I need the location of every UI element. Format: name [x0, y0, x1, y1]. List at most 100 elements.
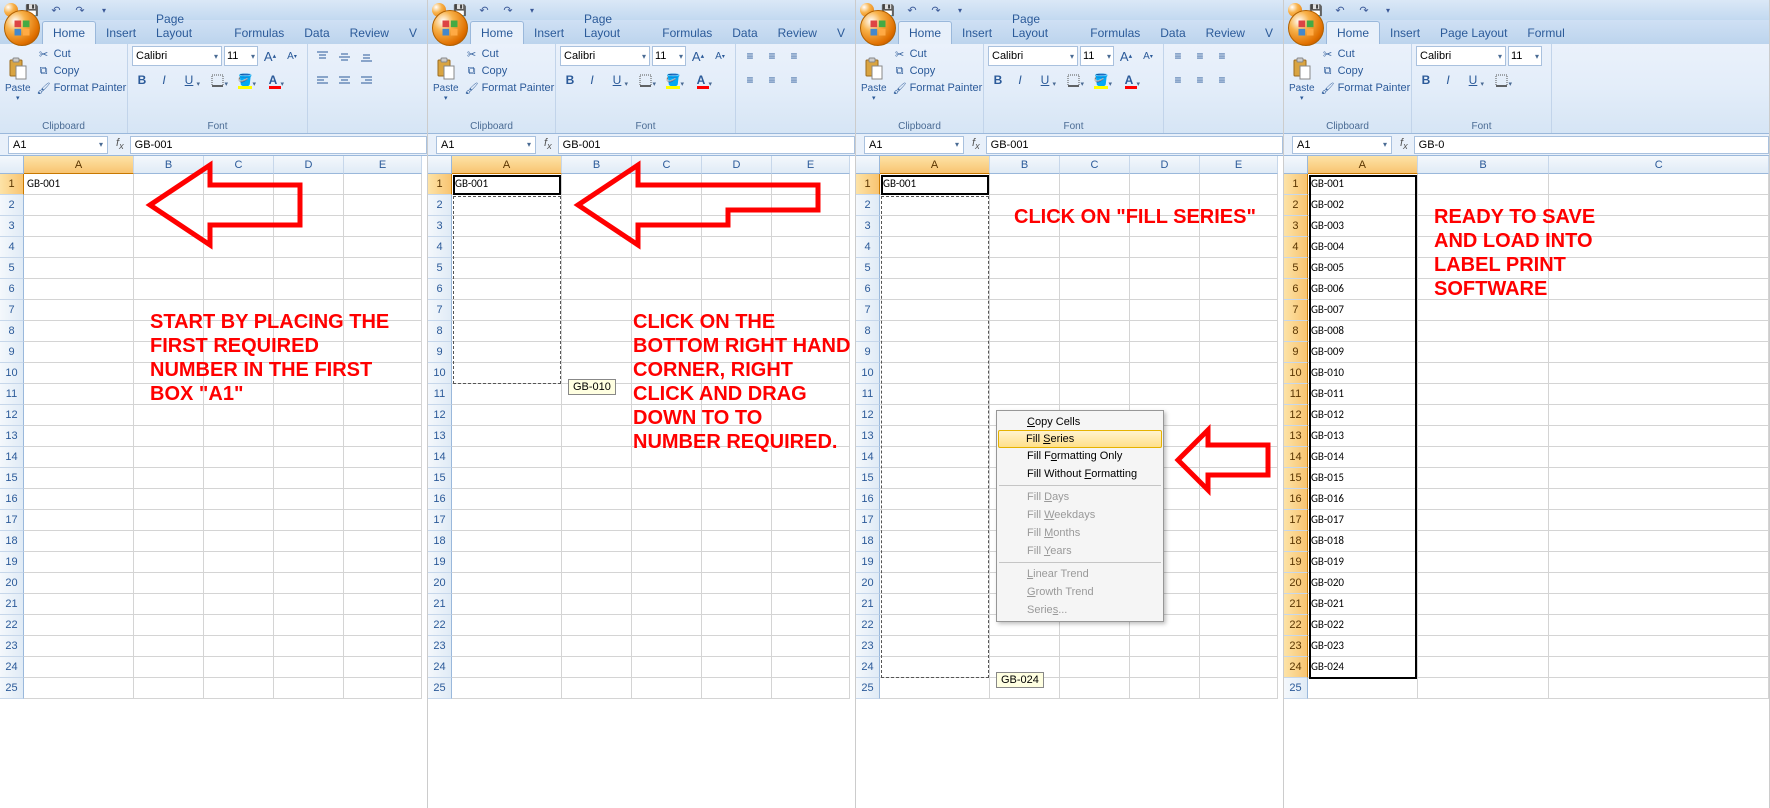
row-header[interactable]: 9 [428, 342, 452, 363]
cell[interactable] [1130, 657, 1200, 678]
cell[interactable] [1549, 426, 1769, 447]
cell[interactable] [452, 279, 562, 300]
ribbon-tab-insert[interactable]: Insert [952, 22, 1002, 44]
cell[interactable] [24, 531, 134, 552]
row-header[interactable]: 14 [428, 447, 452, 468]
cell[interactable] [1418, 174, 1550, 195]
ribbon-tab-home[interactable]: Home [1326, 21, 1380, 44]
align-bottom-button[interactable]: ≡ [784, 46, 804, 66]
cell[interactable]: GB-024 [1308, 657, 1418, 678]
row-header[interactable]: 17 [856, 510, 880, 531]
row-header[interactable]: 18 [1284, 531, 1308, 552]
row-header[interactable]: 4 [856, 237, 880, 258]
cell[interactable] [1549, 342, 1769, 363]
cell[interactable] [1200, 636, 1278, 657]
cell[interactable] [990, 321, 1060, 342]
ribbon-tab-review[interactable]: Review [340, 22, 399, 44]
align-bottom-button[interactable]: ≡ [1212, 46, 1232, 66]
cell[interactable] [562, 636, 632, 657]
ribbon-tab-insert[interactable]: Insert [96, 22, 146, 44]
cell[interactable] [134, 384, 204, 405]
italic-button[interactable]: I [1438, 70, 1458, 90]
cell[interactable]: GB-020 [1308, 573, 1418, 594]
qat-undo-icon[interactable]: ↶ [902, 2, 922, 18]
row-header[interactable]: 18 [0, 531, 24, 552]
cell[interactable] [1418, 258, 1550, 279]
column-header[interactable]: E [1200, 156, 1278, 174]
cell[interactable] [1200, 531, 1278, 552]
cell[interactable] [632, 279, 702, 300]
row-header[interactable]: 20 [428, 573, 452, 594]
ribbon-tab-home[interactable]: Home [898, 21, 952, 44]
cell[interactable] [990, 258, 1060, 279]
cell[interactable] [24, 615, 134, 636]
ribbon-tab-v[interactable]: V [399, 22, 427, 44]
cell[interactable] [562, 678, 632, 699]
qat-customize-icon[interactable]: ▾ [1378, 2, 1398, 18]
cell[interactable] [134, 678, 204, 699]
font-size-combo[interactable]: 11▾ [1508, 46, 1542, 66]
row-header[interactable]: 18 [856, 531, 880, 552]
cell[interactable] [1549, 678, 1769, 699]
row-header[interactable]: 4 [1284, 237, 1308, 258]
row-header[interactable]: 14 [856, 447, 880, 468]
cell[interactable] [1549, 615, 1769, 636]
row-header[interactable]: 16 [856, 489, 880, 510]
cell[interactable] [1549, 237, 1769, 258]
cell[interactable] [344, 300, 422, 321]
cell[interactable] [134, 174, 204, 195]
cell[interactable] [702, 636, 772, 657]
cut-button[interactable]: ✂Cut [34, 46, 130, 62]
cell[interactable] [274, 216, 344, 237]
cell[interactable] [632, 531, 702, 552]
cell[interactable] [562, 300, 632, 321]
cell[interactable]: GB-003 [1308, 216, 1418, 237]
row-header[interactable]: 23 [856, 636, 880, 657]
cell[interactable] [1418, 573, 1550, 594]
cell[interactable]: GB-001 [880, 174, 990, 195]
row-header[interactable]: 7 [856, 300, 880, 321]
ribbon-tab-formulas[interactable]: Formulas [224, 22, 294, 44]
cell[interactable] [1418, 468, 1550, 489]
cell[interactable] [204, 174, 274, 195]
row-header[interactable]: 24 [1284, 657, 1308, 678]
cell[interactable] [702, 342, 772, 363]
cell[interactable] [204, 363, 274, 384]
align-middle-button[interactable] [334, 46, 354, 66]
cell[interactable] [702, 195, 772, 216]
cell[interactable] [452, 216, 562, 237]
cell[interactable] [990, 384, 1060, 405]
cell[interactable] [632, 636, 702, 657]
cell[interactable] [452, 573, 562, 594]
select-all-corner[interactable] [428, 156, 452, 174]
cell[interactable] [204, 258, 274, 279]
cell[interactable] [1130, 216, 1200, 237]
cell[interactable] [880, 615, 990, 636]
row-header[interactable]: 24 [428, 657, 452, 678]
fx-icon[interactable]: fx [1394, 137, 1414, 151]
cell[interactable] [274, 594, 344, 615]
cell[interactable] [562, 510, 632, 531]
cell[interactable] [1418, 657, 1550, 678]
cell[interactable] [1130, 363, 1200, 384]
underline-button[interactable]: U [604, 70, 630, 90]
column-header[interactable]: C [204, 156, 274, 174]
cell[interactable] [1200, 195, 1278, 216]
row-header[interactable]: 22 [0, 615, 24, 636]
cell[interactable] [1308, 678, 1418, 699]
cell[interactable]: GB-002 [1308, 195, 1418, 216]
font-name-combo[interactable]: Calibri▾ [132, 46, 222, 66]
ribbon-tab-data[interactable]: Data [294, 22, 339, 44]
row-header[interactable]: 2 [428, 195, 452, 216]
cell[interactable] [990, 300, 1060, 321]
cell[interactable] [1418, 195, 1550, 216]
align-center-button[interactable]: ≡ [762, 70, 782, 90]
cell[interactable] [344, 636, 422, 657]
cut-button[interactable]: ✂Cut [462, 46, 558, 62]
ribbon-tab-insert[interactable]: Insert [1380, 22, 1430, 44]
menu-item-fill-series[interactable]: Fill Series [998, 430, 1162, 448]
font-color-button[interactable]: A [260, 70, 286, 90]
cell[interactable] [880, 321, 990, 342]
cell[interactable] [1200, 615, 1278, 636]
cell[interactable] [134, 636, 204, 657]
